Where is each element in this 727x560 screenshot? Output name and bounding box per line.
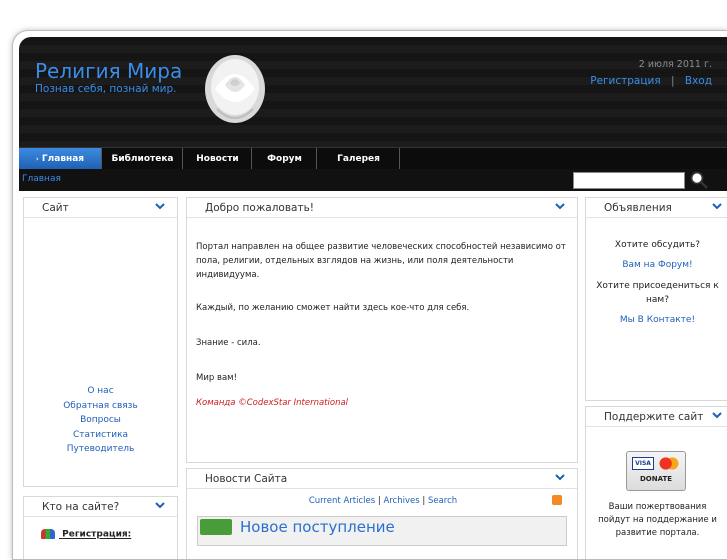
current-articles-link[interactable]: Current Articles bbox=[309, 496, 375, 506]
nav-item-gallery[interactable]: Галерея bbox=[318, 148, 400, 170]
signature: Команда ©CodexStar International bbox=[196, 398, 349, 408]
welcome-paragraph: Знание - сила. bbox=[196, 338, 261, 348]
panel-title: Добро пожаловать! bbox=[205, 202, 314, 214]
site-slogan: Познав себя, познай мир. bbox=[35, 83, 177, 95]
site-link-stats[interactable]: Статистика bbox=[24, 428, 177, 443]
users-icon bbox=[41, 529, 55, 539]
nav-item-label: Форум bbox=[267, 154, 302, 164]
mastercard-icon bbox=[658, 457, 680, 470]
search-input[interactable] bbox=[573, 172, 685, 189]
nav-item-label: Галерея bbox=[337, 154, 380, 164]
current-date: 2 июля 2011 г. bbox=[638, 59, 712, 70]
ads-panel: Объявления Хотите обсудить? Вам на Форум… bbox=[585, 197, 727, 401]
support-panel: Поддержите сайт VISA DONATE Ваши пожертв… bbox=[585, 406, 727, 559]
nav-arrow-icon: › bbox=[35, 155, 39, 163]
nav-item-home[interactable]: › Главная bbox=[19, 148, 102, 170]
nav-item-forum[interactable]: Форум bbox=[253, 148, 317, 170]
ads-question: Хотите обсудить? bbox=[614, 240, 701, 250]
welcome-paragraph: Каждый, по желанию сможет найти здесь ко… bbox=[196, 303, 470, 313]
chevron-down-icon[interactable] bbox=[155, 201, 165, 211]
panel-title: Кто на сайте? bbox=[42, 501, 120, 513]
search-icon[interactable] bbox=[689, 170, 709, 190]
user-links: Регистрация | Вход bbox=[590, 75, 712, 87]
rss-icon[interactable] bbox=[552, 495, 562, 505]
vk-link[interactable]: Мы В Контакте! bbox=[586, 313, 727, 327]
site-link-about[interactable]: О нас bbox=[24, 384, 177, 399]
welcome-panel: Добро пожаловать! Портал направлен на об… bbox=[186, 197, 578, 463]
panel-title: Сайт bbox=[42, 202, 69, 214]
who-online-panel: Кто на сайте? Регистрация: bbox=[23, 496, 178, 559]
panel-title: Новости Сайта bbox=[205, 473, 288, 485]
donate-button[interactable]: VISA DONATE bbox=[626, 451, 686, 491]
donate-label: DONATE bbox=[639, 475, 673, 483]
chevron-down-icon[interactable] bbox=[555, 472, 565, 482]
welcome-paragraph: Мир вам! bbox=[196, 373, 237, 383]
news-links: Current Articles | Archives | Search bbox=[187, 496, 579, 506]
visa-icon: VISA bbox=[632, 457, 654, 470]
news-headline[interactable]: Новое поступление bbox=[240, 518, 395, 536]
chevron-down-icon[interactable] bbox=[155, 500, 165, 510]
link-separator: | bbox=[422, 496, 426, 506]
archives-link[interactable]: Archives bbox=[383, 496, 419, 506]
forum-link[interactable]: Вам на Форум! bbox=[586, 258, 727, 272]
panel-title: Поддержите сайт bbox=[604, 411, 704, 423]
news-item: Новое поступление bbox=[197, 516, 567, 546]
nav-item-label: Новости bbox=[196, 154, 239, 164]
panel-title: Объявления bbox=[604, 202, 672, 214]
support-panel-header: Поддержите сайт bbox=[586, 407, 727, 427]
nav-item-news[interactable]: Новости bbox=[184, 148, 252, 170]
link-separator: | bbox=[377, 496, 381, 506]
nav-item-library[interactable]: Библиотека bbox=[103, 148, 183, 170]
site-panel-header: Сайт bbox=[24, 198, 177, 218]
site-header: Религия Мира Познав себя, познай мир. 2 … bbox=[19, 37, 727, 147]
registration-label[interactable]: Регистрация: bbox=[62, 530, 131, 540]
nav-item-label: Библиотека bbox=[111, 154, 174, 164]
chevron-down-icon[interactable] bbox=[555, 201, 565, 211]
news-panel: Новости Сайта Current Articles | Archive… bbox=[186, 468, 579, 559]
breadcrumb[interactable]: Главная bbox=[22, 174, 61, 184]
main-nav: › Главная Библиотека Новости Форум Галер… bbox=[19, 147, 727, 170]
news-panel-header: Новости Сайта bbox=[187, 469, 577, 489]
site-link-guide[interactable]: Путеводитель bbox=[24, 442, 177, 457]
breadcrumb-bar: Главная bbox=[19, 169, 727, 191]
link-separator: | bbox=[671, 75, 675, 87]
site-link-questions[interactable]: Вопросы bbox=[24, 413, 177, 428]
search-link[interactable]: Search bbox=[428, 496, 457, 506]
chevron-down-icon[interactable] bbox=[712, 201, 722, 211]
site-panel: Сайт О нас Обратная связь Вопросы Статис… bbox=[23, 197, 178, 487]
ads-body: Хотите обсудить? Вам на Форум! Хотите пр… bbox=[586, 238, 727, 327]
site-links-list: О нас Обратная связь Вопросы Статистика … bbox=[24, 384, 177, 457]
ads-question: Хотите присоедениться к нам? bbox=[596, 281, 719, 305]
welcome-paragraph: Портал направлен на общее развитие челов… bbox=[196, 242, 566, 280]
support-text: Ваши пожертвования пойдут на поддержание… bbox=[598, 502, 717, 538]
nav-item-label: Главная bbox=[41, 154, 85, 164]
registration-row: Регистрация: bbox=[41, 529, 131, 540]
news-item-icon bbox=[200, 519, 232, 535]
site-title[interactable]: Религия Мира bbox=[35, 59, 182, 83]
ads-panel-header: Объявления bbox=[586, 198, 727, 218]
register-link[interactable]: Регистрация bbox=[590, 75, 660, 87]
welcome-panel-header: Добро пожаловать! bbox=[187, 198, 577, 218]
site-link-feedback[interactable]: Обратная связь bbox=[24, 399, 177, 414]
welcome-body: Портал направлен на общее развитие челов… bbox=[196, 240, 566, 410]
chevron-down-icon[interactable] bbox=[712, 410, 722, 420]
page-frame: Религия Мира Познав себя, познай мир. 2 … bbox=[12, 30, 727, 560]
rose-logo-icon bbox=[205, 55, 265, 123]
login-link[interactable]: Вход bbox=[685, 75, 712, 87]
who-panel-header: Кто на сайте? bbox=[24, 497, 177, 517]
